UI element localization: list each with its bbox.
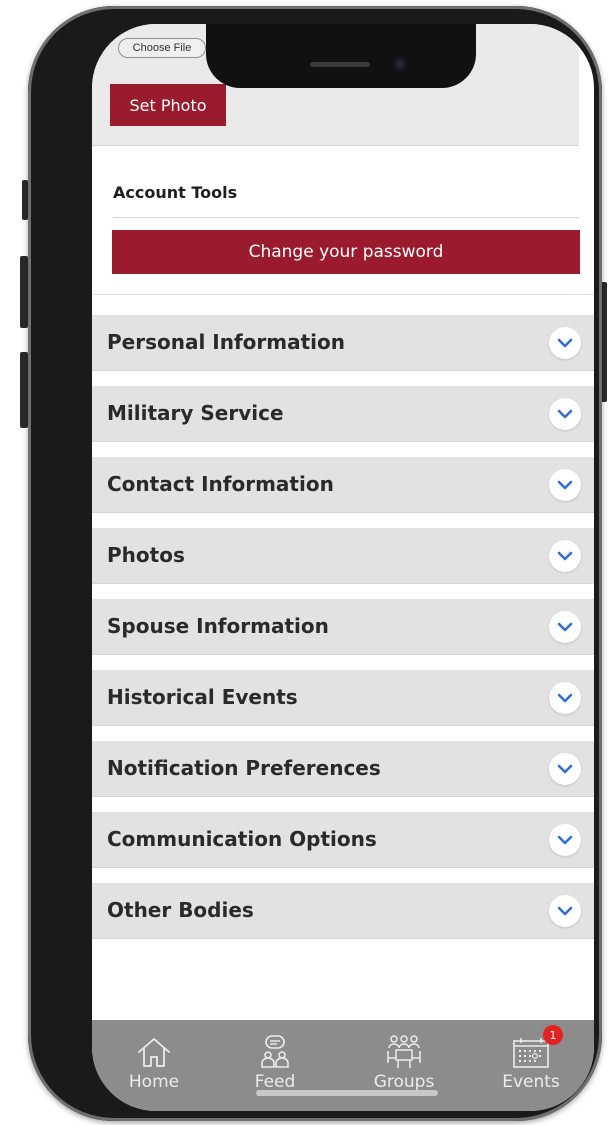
home-indicator — [256, 1090, 438, 1096]
section-personal-information[interactable]: Personal Information — [92, 315, 594, 371]
section-other-bodies[interactable]: Other Bodies — [92, 883, 594, 939]
camera-icon — [394, 58, 406, 70]
account-tools-panel: Account Tools Change your password — [92, 163, 594, 295]
chevron-down-icon[interactable] — [549, 753, 581, 785]
volume-down-button — [20, 352, 28, 428]
chevron-down-icon[interactable] — [549, 682, 581, 714]
tab-home[interactable]: Home — [99, 1020, 209, 1100]
chevron-down-icon[interactable] — [549, 469, 581, 501]
section-label: Historical Events — [107, 685, 298, 709]
tab-label: Events — [502, 1072, 560, 1092]
section-military-service[interactable]: Military Service — [92, 386, 594, 442]
section-spouse-information[interactable]: Spouse Information — [92, 599, 594, 655]
section-label: Contact Information — [107, 472, 334, 496]
home-icon — [136, 1034, 172, 1070]
groups-icon — [384, 1034, 424, 1070]
notch — [206, 24, 476, 88]
section-contact-information[interactable]: Contact Information — [92, 457, 594, 513]
chevron-down-icon[interactable] — [549, 398, 581, 430]
section-label: Notification Preferences — [107, 756, 381, 780]
account-tools-title: Account Tools — [113, 183, 238, 202]
section-label: Communication Options — [107, 827, 377, 851]
tab-feed[interactable]: Feed — [220, 1020, 330, 1100]
chevron-down-icon[interactable] — [549, 540, 581, 572]
bottom-tab-bar: Home Feed Groups 1 Events — [92, 1020, 594, 1111]
chevron-down-icon[interactable] — [549, 611, 581, 643]
profile-sections: Personal Information Military Service Co… — [92, 315, 594, 954]
section-label: Spouse Information — [107, 614, 329, 638]
section-photos[interactable]: Photos — [92, 528, 594, 584]
volume-up-button — [20, 256, 28, 328]
tab-label: Home — [128, 1072, 180, 1092]
notification-badge: 1 — [543, 1025, 563, 1045]
tab-groups[interactable]: Groups — [349, 1020, 459, 1100]
chevron-down-icon[interactable] — [549, 824, 581, 856]
tab-events[interactable]: 1 Events — [476, 1020, 586, 1100]
section-notification-preferences[interactable]: Notification Preferences — [92, 741, 594, 797]
screen: Choose File Set Photo Account Tools Chan… — [92, 24, 594, 1111]
chevron-down-icon[interactable] — [549, 895, 581, 927]
section-label: Personal Information — [107, 330, 345, 354]
section-communication-options[interactable]: Communication Options — [92, 812, 594, 868]
section-label: Photos — [107, 543, 185, 567]
section-label: Military Service — [107, 401, 284, 425]
chevron-down-icon[interactable] — [549, 327, 581, 359]
feed-icon — [257, 1034, 293, 1070]
tab-label: Feed — [254, 1072, 296, 1092]
tab-label: Groups — [373, 1072, 435, 1092]
set-photo-button[interactable]: Set Photo — [110, 84, 226, 126]
divider — [113, 217, 579, 218]
choose-file-button[interactable]: Choose File — [118, 38, 206, 58]
section-historical-events[interactable]: Historical Events — [92, 670, 594, 726]
section-label: Other Bodies — [107, 898, 254, 922]
change-password-button[interactable]: Change your password — [112, 230, 580, 274]
phone-frame: Choose File Set Photo Account Tools Chan… — [28, 6, 602, 1121]
speaker-grille — [310, 62, 370, 67]
